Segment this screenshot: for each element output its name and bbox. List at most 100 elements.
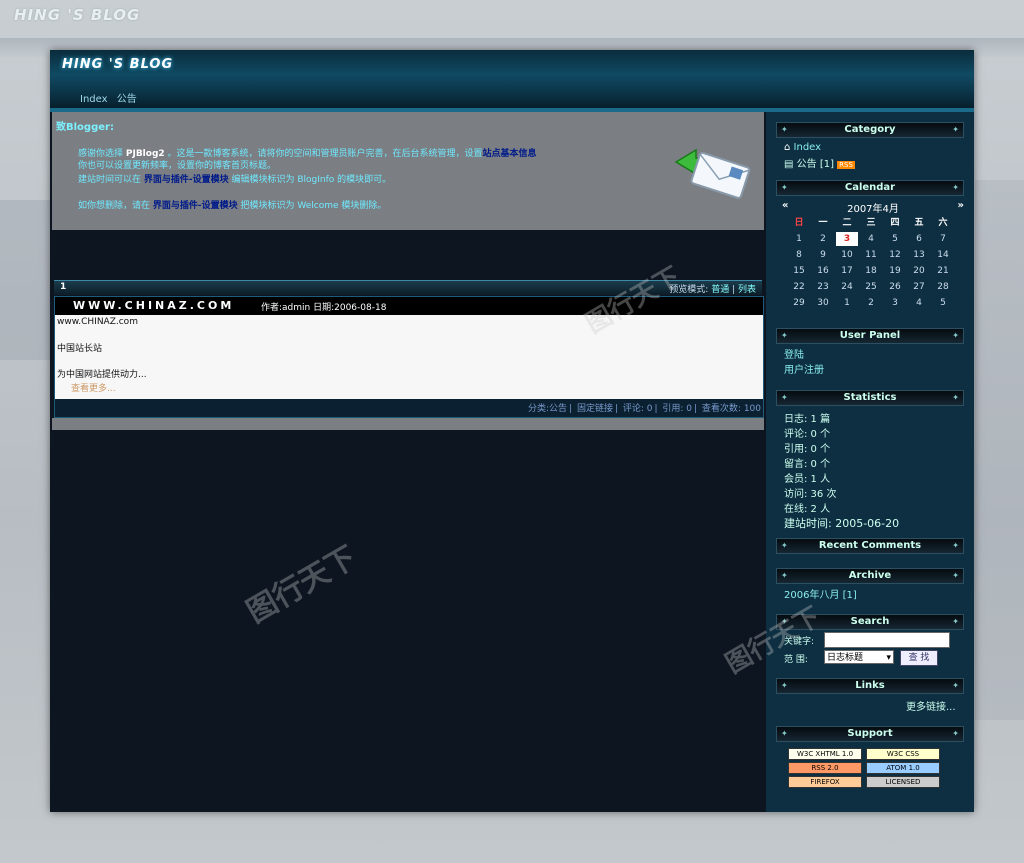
calendar-next-button[interactable]: »	[958, 200, 964, 211]
notice-link-site-info[interactable]: 站点基本信息	[483, 149, 537, 159]
calendar-day[interactable]: 20	[908, 264, 930, 278]
statistics-item: 日志: 1 篇	[784, 414, 831, 425]
notice-link-modules[interactable]: 界面与插件-设置模块	[144, 175, 229, 185]
calendar-day[interactable]: 11	[860, 248, 882, 262]
calendar-day[interactable]: 24	[836, 280, 858, 294]
archive-item[interactable]: 2006年八月 [1]	[784, 586, 857, 601]
calendar-weekday: 日	[794, 218, 804, 228]
post-body-line: 为中国网站提供动力...	[57, 370, 147, 380]
search-input[interactable]	[824, 632, 950, 648]
calendar-day[interactable]: 12	[884, 248, 906, 262]
calendar-day[interactable]: 10	[836, 248, 858, 262]
category-item-index[interactable]: ⌂ Index	[784, 142, 821, 153]
calendar-day[interactable]: 16	[812, 264, 834, 278]
category-item-notice[interactable]: ▤ 公告 [1] RSS	[784, 155, 855, 170]
view-mode-list[interactable]: 列表	[738, 285, 756, 295]
calendar-day[interactable]: 4	[860, 232, 882, 246]
statistics-item: 在线: 2 人	[784, 504, 831, 515]
post-meta: 作者:admin 日期:2006-08-18	[261, 303, 387, 313]
calendar-day[interactable]: 7	[932, 232, 954, 246]
post-title[interactable]: WWW.CHINAZ.COM	[73, 299, 234, 312]
statistics-item: 访问: 36 次	[784, 489, 837, 500]
trackback-count[interactable]: 引用: 0	[662, 404, 692, 414]
calendar-day[interactable]: 2	[812, 232, 834, 246]
calendar-prev-button[interactable]: «	[782, 200, 788, 211]
statistics-item: 引用: 0 个	[784, 444, 831, 455]
login-link[interactable]: 登陆	[784, 346, 804, 361]
notice-text: 建站时间可以在	[78, 175, 144, 185]
firefox-badge[interactable]: FIREFOX	[788, 776, 862, 788]
notice-text: 编辑模块标识为 BlogInfo 的模块即可。	[228, 175, 392, 185]
calendar-day[interactable]: 1	[836, 296, 858, 310]
search-range-select[interactable]: 日志标题	[824, 650, 894, 665]
background-panel-left	[0, 200, 50, 360]
calendar-day[interactable]: 30	[812, 296, 834, 310]
view-count: 查看次数: 100	[701, 404, 761, 414]
calendar-day[interactable]: 29	[788, 296, 810, 310]
calendar-day[interactable]: 23	[812, 280, 834, 294]
main-content: 致Blogger: 感谢你选择 PJBlog2 。这是一款博客系统，请将你的空间…	[50, 112, 766, 812]
calendar-day[interactable]: 22	[788, 280, 810, 294]
comment-count[interactable]: 评论: 0	[623, 404, 653, 414]
rss-badge[interactable]: RSS 2.0	[788, 762, 862, 774]
calendar-day[interactable]: 5	[884, 232, 906, 246]
calendar-day[interactable]: 18	[860, 264, 882, 278]
search-button[interactable]: 查 找	[900, 650, 938, 666]
calendar-day[interactable]: 27	[908, 280, 930, 294]
calendar-day[interactable]: 1	[788, 232, 810, 246]
permalink[interactable]: 固定链接	[577, 404, 613, 414]
statistics-item: 建站时间: 2005-06-20	[784, 517, 900, 530]
calendar-day[interactable]: 13	[908, 248, 930, 262]
welcome-notice: 致Blogger: 感谢你选择 PJBlog2 。这是一款博客系统，请将你的空间…	[52, 112, 764, 230]
view-mode-label: 预览模式:	[669, 285, 709, 295]
sidebar: Category ⌂ Index ▤ 公告 [1] RSS Calendar «…	[766, 112, 974, 812]
calendar-day[interactable]: 17	[836, 264, 858, 278]
calendar-day[interactable]: 2	[860, 296, 882, 310]
calendar-day[interactable]: 21	[932, 264, 954, 278]
notice-link-modules-2[interactable]: 界面与插件-设置模块	[153, 201, 238, 211]
calendar-day[interactable]: 9	[812, 248, 834, 262]
more-links[interactable]: 更多链接...	[906, 698, 956, 713]
category-heading: Category	[776, 122, 964, 138]
calendar-day[interactable]: 3	[884, 296, 906, 310]
nav-item-notice[interactable]: 公告	[117, 94, 137, 105]
calendar-month-label: 2007年4月	[847, 204, 899, 215]
calendar-heading: Calendar	[776, 180, 964, 196]
background-blog-title: HING 'S BLOG	[14, 6, 141, 24]
post-category-link[interactable]: 分类:公告	[528, 404, 567, 414]
atom-badge[interactable]: ATOM 1.0	[866, 762, 940, 774]
support-heading: Support	[776, 726, 964, 742]
document-icon: ▤	[784, 159, 797, 170]
calendar-day[interactable]: 8	[788, 248, 810, 262]
read-more-link[interactable]: 查看更多...	[71, 381, 116, 394]
calendar-day[interactable]: 25	[860, 280, 882, 294]
calendar-day[interactable]: 5	[932, 296, 954, 310]
calendar-day[interactable]: 4	[908, 296, 930, 310]
calendar-day[interactable]: 3	[836, 232, 858, 246]
calendar-day[interactable]: 26	[884, 280, 906, 294]
view-mode-normal[interactable]: 普通	[711, 285, 729, 295]
notice-title: 致Blogger:	[56, 122, 114, 133]
calendar-day[interactable]: 14	[932, 248, 954, 262]
calendar-weekday: 六	[938, 218, 948, 228]
search-range-label: 范 围:	[784, 655, 808, 665]
calendar-month: « 2007年4月 »	[782, 200, 964, 215]
blog-logo[interactable]: HING 'S BLOG	[62, 57, 173, 72]
calendar-day[interactable]: 6	[908, 232, 930, 246]
calendar-day[interactable]: 19	[884, 264, 906, 278]
view-mode: 预览模式: 普通 | 列表	[669, 285, 756, 295]
w3c-xhtml-badge[interactable]: W3C XHTML 1.0	[788, 748, 862, 760]
calendar-day[interactable]: 28	[932, 280, 954, 294]
statistics-item: 会员: 1 人	[784, 474, 831, 485]
license-badge[interactable]: LICENSED	[866, 776, 940, 788]
calendar-day[interactable]: 15	[788, 264, 810, 278]
w3c-css-badge[interactable]: W3C CSS	[866, 748, 940, 760]
rss-icon[interactable]: RSS	[837, 161, 855, 169]
home-icon: ⌂	[784, 142, 794, 153]
post-list-bar: 1 预览模式: 普通 | 列表	[54, 280, 762, 295]
category-item-label: Index	[793, 142, 822, 153]
nav-item-index[interactable]: Index	[80, 94, 108, 105]
register-link[interactable]: 用户注册	[784, 361, 824, 376]
post-body-line: 中国站长站	[57, 344, 103, 354]
archive-heading: Archive	[776, 568, 964, 584]
